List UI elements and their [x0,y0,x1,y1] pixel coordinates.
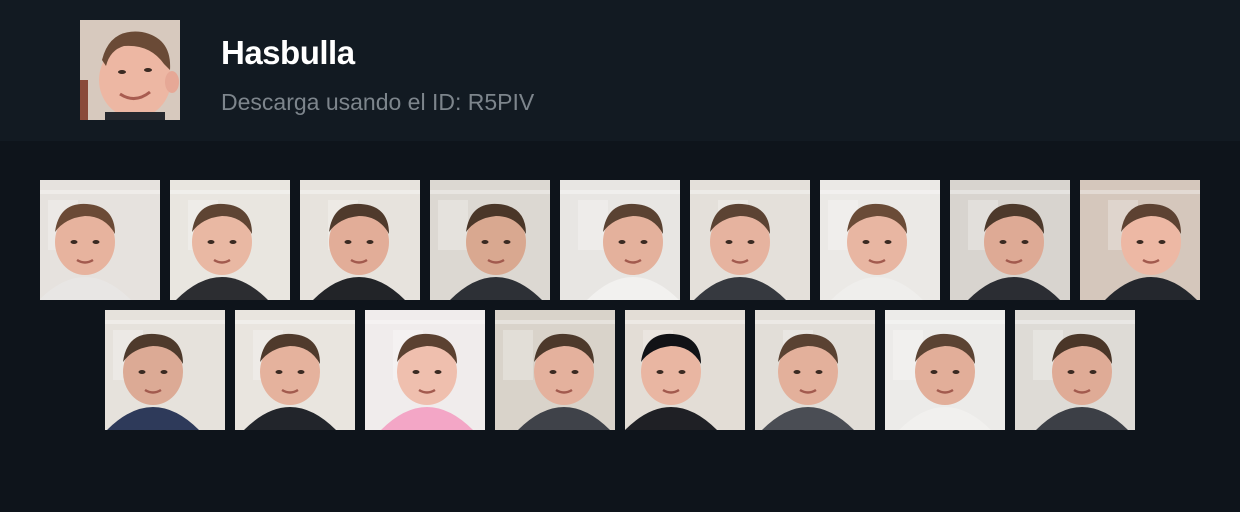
sticker-thumbnail[interactable] [1080,180,1200,300]
sticker-image [430,180,550,300]
sticker-thumbnail[interactable] [625,310,745,430]
sticker-thumbnail[interactable] [235,310,355,430]
sticker-thumbnail[interactable] [950,180,1070,300]
sticker-thumbnail[interactable] [1015,310,1135,430]
sticker-thumbnail[interactable] [105,310,225,430]
sticker-image [235,310,355,430]
sticker-thumbnail[interactable] [690,180,810,300]
sticker-image [950,180,1070,300]
sticker-image [560,180,680,300]
sticker-thumbnail[interactable] [820,180,940,300]
sticker-image [495,310,615,430]
pack-cover-image [80,20,180,120]
sticker-image [690,180,810,300]
sticker-thumbnail[interactable] [40,180,160,300]
sticker-thumbnail[interactable] [885,310,1005,430]
sticker-image [300,180,420,300]
sticker-row [0,180,1240,300]
sticker-image [625,310,745,430]
sticker-image [170,180,290,300]
sticker-image [1015,310,1135,430]
pack-cover-illustration [80,20,180,120]
sticker-image [885,310,1005,430]
sticker-thumbnail[interactable] [365,310,485,430]
sticker-thumbnail[interactable] [170,180,290,300]
sticker-thumbnail[interactable] [430,180,550,300]
sticker-image [1080,180,1200,300]
sticker-thumbnail[interactable] [495,310,615,430]
sticker-thumbnail[interactable] [300,180,420,300]
sticker-image [40,180,160,300]
sticker-thumbnail[interactable] [560,180,680,300]
pack-header: Hasbulla Descarga usando el ID: R5PIV [0,0,1240,141]
sticker-image [755,310,875,430]
pack-download-id: Descarga usando el ID: R5PIV [221,89,535,115]
sticker-image [365,310,485,430]
pack-title: Hasbulla [221,34,355,71]
sticker-row [0,310,1240,430]
sticker-image [105,310,225,430]
sticker-image [820,180,940,300]
sticker-thumbnail[interactable] [755,310,875,430]
